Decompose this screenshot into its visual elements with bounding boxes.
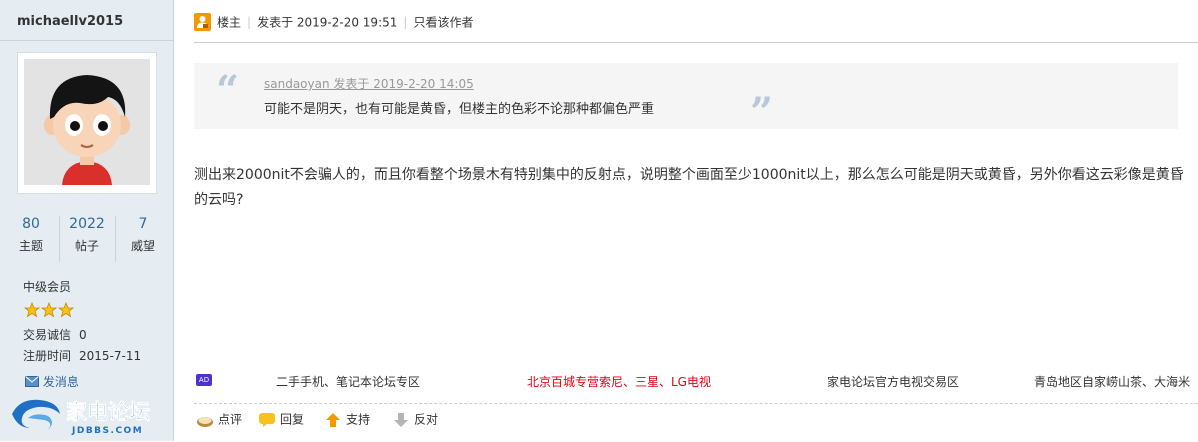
post-info-bar: 楼主 | 发表于 2019-2-20 19:51 | 只看该作者 [194, 13, 473, 33]
post-actions: 点评 回复 支持 反对 [194, 403, 1198, 432]
register-label: 注册时间 [23, 349, 72, 363]
oppose-button[interactable]: 反对 [392, 411, 438, 429]
ad-bar: AD 二手手机、笔记本论坛专区 北京百城专营索尼、三星、LG电视 家电论坛官方电… [194, 371, 1198, 391]
avatar[interactable] [17, 52, 157, 194]
stat-value[interactable]: 80 [3, 216, 59, 232]
stat-label: 主题 [18, 239, 43, 253]
stat-posts[interactable]: 2022 帖子 [59, 216, 115, 254]
ad-link[interactable]: 青岛地区自家崂山茶、大海米 [1034, 373, 1190, 390]
support-button[interactable]: 支持 [324, 411, 370, 429]
quote-block: “ sandaoyan 发表于 2019-2-20 14:05 可能不是阴天，也… [194, 63, 1178, 133]
star-icon [23, 301, 75, 318]
trade-value: 0 [79, 328, 87, 342]
user-stats: 80 主题 2022 帖子 7 威望 [0, 216, 173, 262]
mail-icon [25, 376, 39, 387]
stat-label: 威望 [130, 239, 155, 253]
post-time: 发表于 2019-2-20 19:51 [257, 15, 398, 30]
trade-credit: 交易诚信 0 [23, 326, 87, 343]
stat-value[interactable]: 2022 [59, 216, 115, 232]
comment-label: 点评 [218, 412, 243, 427]
quote-text: 可能不是阴天，也有可能是黄昏，但楼主的色彩不论那种都偏色严重 [264, 102, 655, 117]
reply-label: 回复 [280, 412, 305, 427]
user-sidebar: michaellv2015 80 主题 2022 帖子 7 威望 中级会员 交易… [0, 0, 174, 441]
member-level[interactable]: 中级会员 [23, 278, 71, 295]
comment-button[interactable]: 点评 [196, 411, 242, 429]
trade-label: 交易诚信 [23, 328, 72, 342]
stat-label: 帖子 [74, 239, 99, 253]
thumbs-up-arrow-icon [326, 412, 340, 427]
logo-text: 家电论坛 [66, 400, 150, 424]
only-author-link[interactable]: 只看该作者 [413, 16, 473, 30]
stat-threads[interactable]: 80 主题 [3, 216, 59, 254]
ad-link[interactable]: 家电论坛官方电视交易区 [827, 373, 959, 390]
thumbs-down-arrow-icon [394, 412, 408, 427]
comment-icon [197, 416, 213, 427]
author-badge-icon [194, 13, 211, 31]
username[interactable]: michaellv2015 [17, 14, 123, 29]
reply-icon [259, 412, 275, 427]
register-date: 注册时间 2015-7-11 [23, 347, 141, 364]
divider [0, 40, 173, 41]
quote-author-link[interactable]: sandaoyan 发表于 2019-2-20 14:05 [264, 75, 474, 92]
rank-stars [23, 301, 76, 318]
ad-tag-icon: AD [196, 374, 212, 386]
divider [194, 42, 1198, 43]
register-value: 2015-7-11 [79, 349, 142, 363]
reply-button[interactable]: 回复 [258, 411, 304, 429]
avatar-image [24, 59, 150, 185]
stat-value[interactable]: 7 [115, 216, 171, 232]
stat-prestige[interactable]: 7 威望 [115, 216, 171, 254]
send-message-link[interactable]: 发消息 [25, 373, 79, 390]
site-logo[interactable]: 家电论坛 JDBBS.COM [8, 392, 184, 438]
support-label: 支持 [346, 412, 371, 427]
divider: | [403, 15, 408, 29]
oppose-label: 反对 [414, 412, 439, 427]
close-quote-icon: ” [750, 89, 774, 136]
divider: | [247, 15, 252, 29]
send-message-label: 发消息 [42, 375, 79, 389]
open-quote-icon: “ [216, 67, 240, 114]
ad-link[interactable]: 二手手机、笔记本论坛专区 [276, 373, 420, 390]
post-body: 测出来2000nit不会骗人的，而且你看整个场景木有特别集中的反射点，说明整个画… [194, 167, 1184, 208]
logo-domain: JDBBS.COM [71, 426, 143, 436]
logo-image: 家电论坛 JDBBS.COM [12, 400, 150, 436]
author-role: 楼主 [217, 15, 242, 30]
ad-link[interactable]: 北京百城专营索尼、三星、LG电视 [527, 373, 711, 390]
post-content-area: 楼主 | 发表于 2019-2-20 19:51 | 只看该作者 “ sandaoyan… [174, 0, 1198, 441]
